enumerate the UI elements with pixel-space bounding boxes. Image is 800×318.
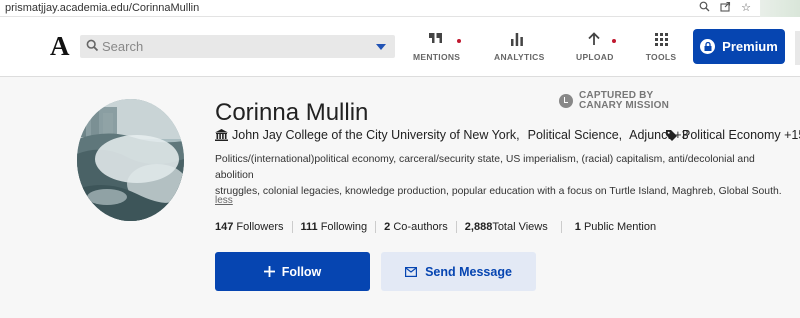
star-icon[interactable]: ☆ [740,1,752,15]
institution-link[interactable]: John Jay College of the City University … [232,128,520,142]
send-message-label: Send Message [425,264,512,279]
lock-icon [700,39,716,54]
search-bar [80,35,395,58]
nav-tools[interactable]: TOOLS [645,31,677,67]
nav-label: MENTIONS [413,52,461,62]
interests-label: Political Economy +15 [682,128,800,142]
premium-label: Premium [722,39,778,54]
research-interests[interactable]: Political Economy +15 [666,128,800,142]
watermark-text: CAPTURED BY CANARY MISSION [579,90,670,111]
upload-notification-dot [612,39,616,43]
envelope-icon [405,266,418,277]
watermark-logo-icon [559,94,573,108]
follow-label: Follow [281,264,322,279]
canary-mission-watermark: CAPTURED BY CANARY MISSION [559,91,669,111]
share-icon[interactable] [719,1,731,15]
nav-mentions[interactable]: MENTIONS [413,31,461,67]
quote-icon [413,31,461,47]
department-link[interactable]: Political Science, [528,128,623,142]
zoom-icon[interactable] [698,1,710,15]
mentions-notification-dot [457,39,461,43]
followers-stat[interactable]: 147 Followers [215,221,284,233]
send-message-button[interactable]: Send Message [381,252,536,291]
search-input[interactable] [102,35,362,58]
institution-icon [215,129,228,141]
premium-button[interactable]: Premium [693,29,785,64]
nav-label: ANALYTICS [494,52,545,62]
upload-arrow-icon [576,31,616,47]
nav-label: TOOLS [645,52,677,62]
search-icon [86,39,99,57]
nav-upload[interactable]: UPLOAD [576,31,616,67]
browser-url-bar: prismatjjay.academia.edu/CorinnaMullin ☆ [0,0,800,17]
follow-button[interactable]: Follow [215,252,370,291]
profile-avatar-blurred [760,0,800,17]
header-edge-panel [795,31,800,65]
stat-divider [291,221,293,233]
url-text[interactable]: prismatjjay.academia.edu/CorinnaMullin [5,2,199,14]
avatar-photo [77,99,184,221]
search-scope-dropdown-icon[interactable] [376,44,386,50]
profile-bio: Politics/(international)political econom… [215,154,782,197]
nav-analytics[interactable]: ANALYTICS [494,31,545,67]
stat-divider [375,221,377,233]
avatar[interactable] [77,99,184,221]
stat-divider [455,221,457,233]
stat-divider [560,221,562,233]
site-header: A MENTIONS ANALYTICS UPLOAD [0,17,800,77]
academia-logo[interactable]: A [50,31,70,62]
nav-label: UPLOAD [576,52,614,62]
affiliation-line: John Jay College of the City University … [215,128,689,142]
bar-chart-icon [494,31,540,47]
mentions-stat[interactable]: 1 Public Mention [575,221,656,233]
grid-icon [645,31,677,47]
coauthors-stat[interactable]: 2 Co-authors [384,221,448,233]
browser-actions: ☆ [698,1,752,15]
following-stat[interactable]: 111 Following [301,221,368,233]
profile-stats: 147 Followers 111 Following 2 Co-authors… [215,221,656,233]
tag-icon [666,129,677,141]
plus-icon [263,266,275,277]
views-stat[interactable]: 2,888Total Views [465,221,548,233]
less-link[interactable]: less [215,195,233,206]
profile-name: Corinna Mullin [215,99,369,126]
